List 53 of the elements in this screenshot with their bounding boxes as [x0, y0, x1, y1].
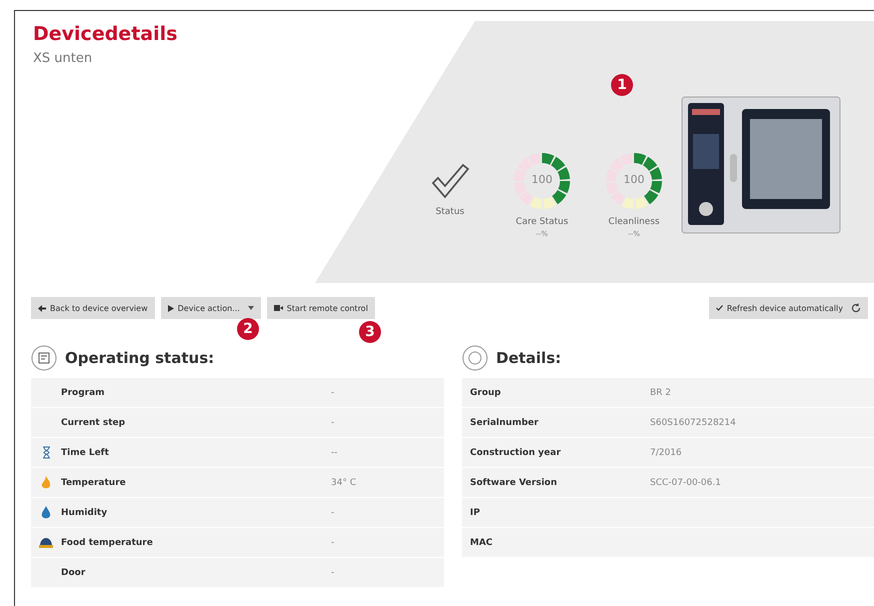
row-value: -- [331, 448, 338, 458]
row-value: BR 2 [650, 388, 672, 398]
device-name: XS unten [32, 50, 94, 66]
indicator-label: Cleanliness [608, 217, 660, 227]
page-title: Devicedetails [32, 22, 178, 45]
remote-control-button[interactable]: Start remote control [266, 297, 375, 319]
row-label: Program [61, 388, 106, 398]
checkmark-icon [430, 161, 470, 201]
refresh-icon [851, 303, 861, 313]
row-label: Temperature [61, 478, 127, 488]
row-label: Door [61, 568, 86, 578]
panel-icon [31, 345, 57, 371]
row-label: Time Left [61, 448, 110, 458]
row-label: Food temperature [61, 538, 154, 548]
panel-title: Operating status: [65, 349, 214, 367]
row-value: - [331, 508, 336, 518]
back-button[interactable]: Back to device overview [31, 297, 155, 319]
row-value: - [331, 568, 336, 578]
gauge-drawing [604, 151, 664, 211]
caret-icon [248, 306, 254, 310]
gauge-drawing [512, 151, 572, 211]
callout-badge: 3 [359, 321, 381, 343]
row-label: Current step [61, 418, 126, 428]
panel-icon [462, 345, 488, 371]
indicator-label: Care Status [516, 217, 568, 227]
panel-title: Details: [496, 349, 562, 367]
camera-icon [274, 305, 283, 311]
indicator-label: Status [436, 207, 464, 217]
row-label: Humidity [61, 508, 108, 518]
row-value: S60S16072528214 [650, 418, 737, 428]
drop-icon [41, 506, 51, 519]
row-value: 7/2016 [650, 448, 683, 458]
row-value: 34° C [331, 478, 358, 488]
play-icon [168, 304, 174, 312]
row-label: Group [470, 388, 502, 398]
row-label: Construction year [470, 448, 562, 458]
row-value: SCC-07-00-06.1 [650, 478, 722, 488]
gauge-value: 100 [530, 173, 554, 186]
device-action-dropdown[interactable]: Device action... [160, 297, 261, 319]
hourglass-icon [42, 446, 50, 459]
arrow-left-icon [38, 304, 46, 312]
food-icon [39, 537, 53, 548]
checkmark-icon [716, 305, 723, 311]
row-label: IP [470, 508, 481, 518]
row-label: Serialnumber [470, 418, 540, 428]
gauge-value: 100 [622, 173, 646, 186]
row-value: - [331, 538, 336, 548]
auto-refresh-toggle[interactable]: Refresh device automatically [708, 297, 868, 319]
row-value: - [331, 418, 336, 428]
callout-badge: 2 [237, 318, 259, 340]
row-label: MAC [470, 538, 494, 548]
row-value: - [331, 388, 336, 398]
row-label: Software Version [470, 478, 558, 488]
